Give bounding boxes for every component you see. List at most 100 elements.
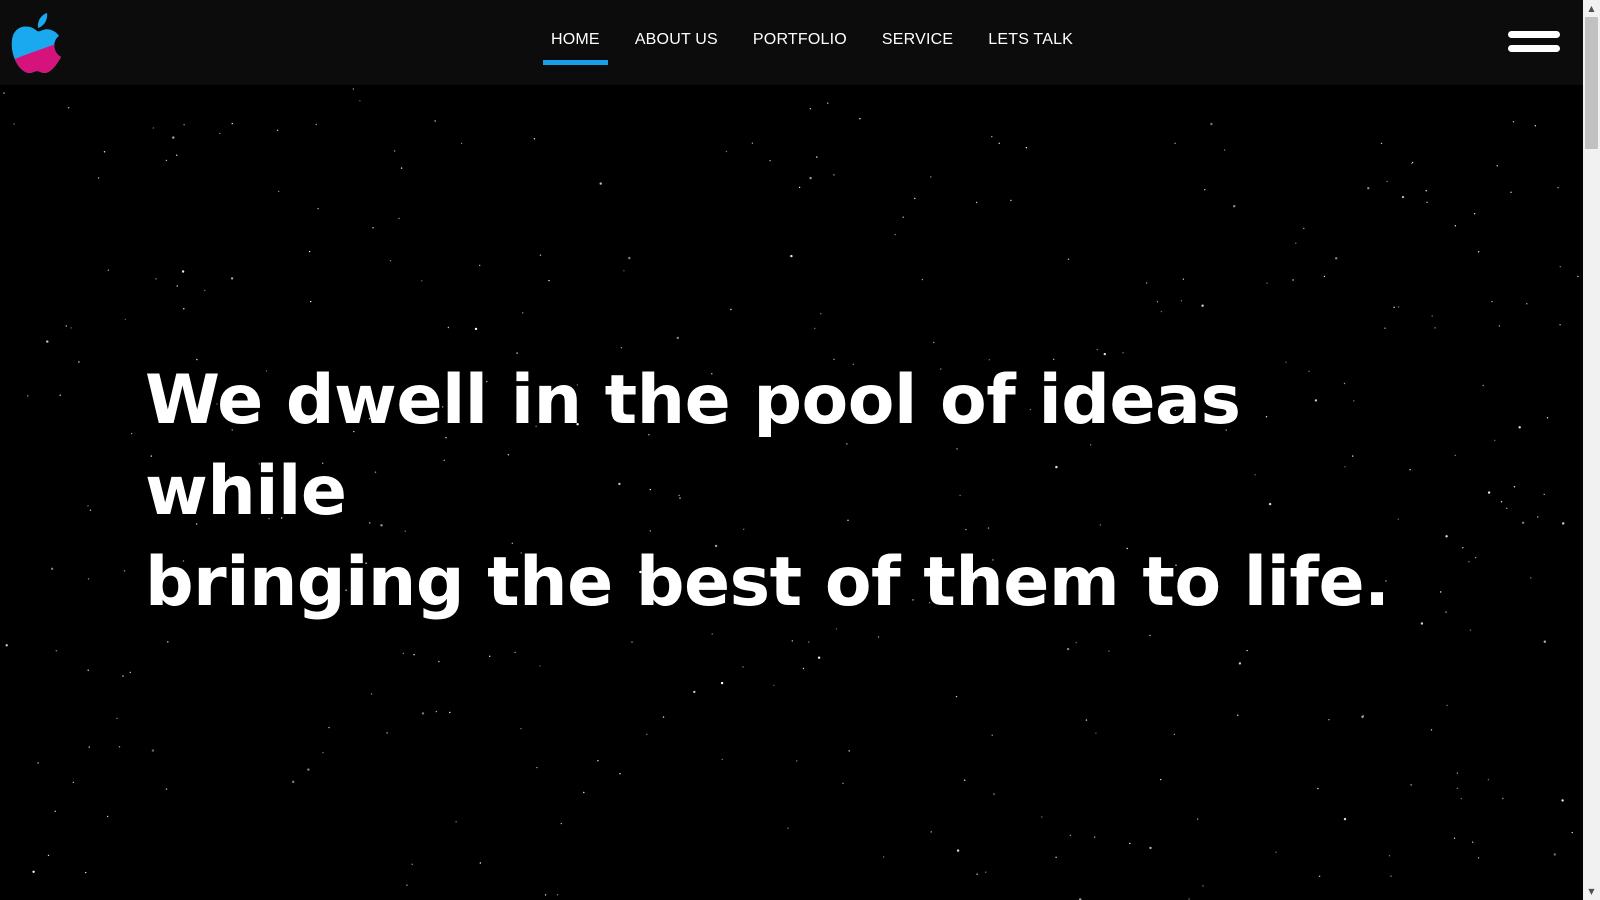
star xyxy=(914,197,916,200)
apple-logo-icon[interactable] xyxy=(10,11,64,75)
star xyxy=(1561,799,1564,802)
star xyxy=(479,862,481,864)
star xyxy=(307,768,310,771)
scroll-down-arrow-icon[interactable]: ▼ xyxy=(1583,883,1600,900)
star xyxy=(1456,772,1459,774)
star xyxy=(790,254,793,258)
nav-service[interactable]: SERVICE xyxy=(874,0,961,85)
star xyxy=(1506,507,1508,509)
hamburger-bar xyxy=(1508,31,1560,38)
star xyxy=(991,136,993,138)
hamburger-menu-icon[interactable] xyxy=(1508,29,1560,57)
star xyxy=(46,340,49,343)
nav-portfolio[interactable]: PORTFOLIO xyxy=(745,0,855,85)
star xyxy=(1454,454,1457,457)
star xyxy=(1108,650,1110,652)
star xyxy=(54,810,56,812)
star xyxy=(292,780,295,783)
star xyxy=(85,871,87,874)
star xyxy=(370,693,373,695)
star xyxy=(1431,315,1433,317)
star xyxy=(167,641,169,643)
star xyxy=(1468,561,1470,563)
star xyxy=(956,849,960,852)
star xyxy=(1238,662,1242,665)
star xyxy=(421,712,425,715)
star xyxy=(1085,719,1088,721)
star xyxy=(317,207,319,210)
star xyxy=(97,177,100,179)
star xyxy=(623,270,625,272)
star xyxy=(1129,842,1131,845)
star xyxy=(791,640,793,642)
scrollbar-thumb[interactable] xyxy=(1585,17,1598,149)
star xyxy=(1041,816,1043,818)
star xyxy=(1411,162,1413,165)
star xyxy=(87,578,90,580)
star xyxy=(1149,846,1152,850)
star xyxy=(1482,384,1484,387)
star xyxy=(533,138,536,140)
star xyxy=(1246,649,1248,652)
star xyxy=(721,758,723,761)
star xyxy=(1546,417,1549,419)
star xyxy=(1487,491,1491,494)
star xyxy=(798,186,801,189)
star xyxy=(1390,875,1392,877)
star xyxy=(787,827,789,829)
star xyxy=(13,123,15,125)
vertical-scrollbar[interactable]: ▲ ▼ xyxy=(1583,0,1600,900)
star xyxy=(1474,556,1477,559)
star xyxy=(68,107,70,109)
star xyxy=(877,636,880,638)
star xyxy=(32,870,35,873)
star xyxy=(1303,227,1305,230)
star xyxy=(1456,787,1459,789)
star xyxy=(1266,282,1268,284)
star xyxy=(1518,426,1521,429)
nav-about-us[interactable]: ABOUT US xyxy=(627,0,726,85)
nav-lets-talk[interactable]: LETS TALK xyxy=(980,0,1081,85)
star xyxy=(129,671,131,674)
star xyxy=(814,327,816,330)
star xyxy=(539,665,541,667)
star xyxy=(835,628,838,630)
star xyxy=(842,782,844,785)
scroll-up-arrow-icon[interactable]: ▲ xyxy=(1583,0,1600,17)
star xyxy=(1425,190,1427,192)
star xyxy=(124,318,127,321)
star xyxy=(742,666,744,668)
star xyxy=(848,750,850,752)
star xyxy=(1343,817,1347,821)
star xyxy=(730,308,732,311)
hero-heading: We dwell in the pool of ideas while brin… xyxy=(145,355,1405,628)
star xyxy=(1384,327,1386,329)
star xyxy=(278,190,280,193)
star xyxy=(276,129,279,131)
star xyxy=(817,656,821,659)
star xyxy=(1388,855,1391,857)
nav-home[interactable]: HOME xyxy=(543,0,608,85)
star xyxy=(930,176,932,178)
star xyxy=(413,654,415,656)
star xyxy=(1487,779,1490,781)
star xyxy=(1295,242,1297,244)
star xyxy=(204,289,206,292)
star xyxy=(181,270,185,273)
star xyxy=(1075,641,1077,644)
star xyxy=(1201,304,1204,307)
star xyxy=(123,570,126,572)
star xyxy=(1380,142,1383,145)
star xyxy=(773,684,775,687)
star xyxy=(1173,733,1176,736)
star xyxy=(964,779,966,781)
star xyxy=(65,325,67,327)
star xyxy=(1174,142,1176,144)
star xyxy=(122,675,124,677)
star xyxy=(1471,841,1474,843)
star xyxy=(1462,547,1464,549)
star xyxy=(1553,853,1557,856)
star xyxy=(489,655,491,657)
star xyxy=(662,716,665,718)
star xyxy=(50,567,54,570)
